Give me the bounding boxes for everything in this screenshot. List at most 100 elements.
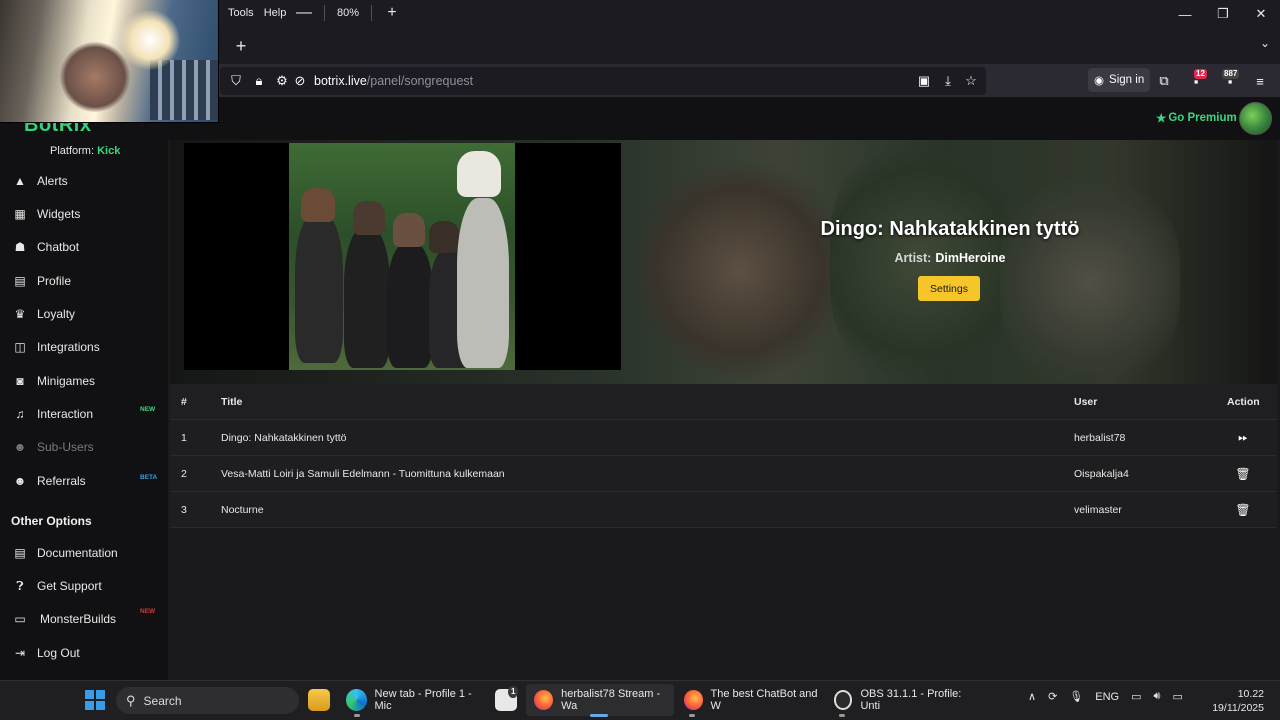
taskbar-task-firefox[interactable]: The best ChatBot and W: [680, 684, 822, 716]
url-path: /panel/songrequest: [366, 74, 474, 88]
sidebar-item-chatbot[interactable]: ☗ Chatbot: [0, 232, 168, 262]
cover-figure: [301, 188, 335, 222]
sidebar-item-integrations[interactable]: ◫ Integrations: [0, 332, 168, 362]
skip-icon[interactable]: ⏩︎: [1235, 430, 1251, 445]
obs-icon: [834, 690, 853, 710]
close-icon[interactable]: ✕: [1242, 0, 1280, 28]
battery-icon[interactable]: ▭: [1172, 690, 1182, 703]
zoom-in-button[interactable]: +: [384, 4, 400, 22]
platform-value: Kick: [97, 145, 121, 157]
cover-figure: [353, 201, 385, 235]
permissions-icon[interactable]: ⚙: [273, 72, 291, 90]
go-premium-label: Go Premium: [1168, 112, 1237, 124]
taskbar-search[interactable]: ⚲ Search: [116, 687, 299, 714]
sync-icon[interactable]: ⟳: [1048, 690, 1057, 703]
task-label: OBS 31.1.1 - Profile: Unti: [860, 688, 962, 712]
menu-help[interactable]: Help: [264, 7, 287, 19]
other-options-heading: Other Options: [11, 514, 92, 528]
hamburger-menu-icon[interactable]: ≡: [1251, 72, 1269, 90]
tab-list-chevron-icon[interactable]: ⌄: [1260, 36, 1270, 50]
sidebar-item-get-support[interactable]: ❓︎ Get Support: [0, 571, 168, 601]
sidebar-item-loyalty[interactable]: ♛ Loyalty: [0, 299, 168, 329]
sign-in-button[interactable]: ◉ Sign in: [1088, 68, 1151, 92]
search-label: Search: [143, 693, 182, 708]
col-header-user: User: [1074, 395, 1098, 408]
start-tile: [96, 701, 105, 710]
go-premium-link[interactable]: ★ Go Premium: [1156, 111, 1237, 125]
row-title: Nocturne: [221, 503, 264, 516]
music-icon: ♫: [15, 407, 25, 421]
extensions-icon[interactable]: ⧉: [1155, 72, 1173, 90]
trash-icon[interactable]: 🗑︎: [1235, 503, 1251, 517]
task-indicator: [354, 714, 360, 717]
table-row: 2 Vesa-Matti Loiri ja Samuli Edelmann - …: [170, 456, 1277, 492]
task-label: New tab - Profile 1 - Mic: [374, 688, 472, 712]
minimize-icon[interactable]: —: [1166, 0, 1204, 28]
sidebar-item-monsterbuilds[interactable]: ▭ MonsterBuilds NEW: [0, 604, 168, 634]
integrations-icon: ◫: [14, 340, 26, 354]
new-tab-button[interactable]: +: [232, 36, 250, 57]
tracking-blocked-icon[interactable]: ⊘: [291, 72, 309, 90]
row-num: 3: [181, 503, 187, 516]
zoom-level[interactable]: 80%: [337, 7, 359, 19]
ublock-badge: 887: [1222, 69, 1240, 79]
gamepad-icon: ◙: [16, 374, 24, 388]
lock-icon[interactable]: 🔒︎: [250, 72, 268, 90]
menu-tools[interactable]: Tools: [228, 7, 254, 19]
sidebar-item-widgets[interactable]: ▦ Widgets: [0, 199, 168, 229]
sidebar-item-profile[interactable]: ▤ Profile: [0, 266, 168, 296]
trash-icon[interactable]: 🗑︎: [1235, 467, 1251, 481]
cover-figure: [457, 151, 501, 197]
task-indicator: [839, 714, 845, 717]
taskbar-clock[interactable]: 10.22 19/11/2025: [1206, 687, 1264, 715]
referrals-icon: ☻: [13, 474, 27, 488]
download-icon[interactable]: ⤓: [939, 72, 957, 90]
tray-overflow-icon[interactable]: ∧: [1028, 690, 1036, 703]
windows-start-icon[interactable]: [85, 690, 105, 710]
now-playing-artist: Artist: DimHeroine: [770, 251, 1130, 265]
restore-icon[interactable]: ❐: [1204, 0, 1242, 28]
clock-time: 10.22: [1237, 688, 1264, 700]
sidebar-item-label: Get Support: [37, 579, 102, 593]
language-indicator[interactable]: ENG: [1095, 691, 1119, 703]
taskbar-task-firefox-active[interactable]: herbalist78 Stream - Wa: [526, 684, 674, 716]
sidebar-item-log-out[interactable]: ⇥ Log Out: [0, 638, 168, 668]
taskbar-task-edge[interactable]: New tab - Profile 1 - Mic: [342, 684, 484, 716]
sidebar-item-label: Alerts: [37, 174, 68, 188]
zoom-control: — 80% +: [296, 4, 400, 22]
file-explorer-icon[interactable]: [308, 689, 330, 711]
sidebar-item-sub-users[interactable]: ☻ Sub-Users: [0, 432, 168, 462]
bookmark-star-icon[interactable]: ☆: [962, 72, 980, 90]
network-icon[interactable]: ▭: [1131, 690, 1141, 703]
sidebar-item-documentation[interactable]: ▤ Documentation: [0, 538, 168, 568]
zoom-out-button[interactable]: —: [296, 4, 312, 22]
sidebar-item-label: Loyalty: [37, 307, 76, 321]
sidebar-item-minigames[interactable]: ◙ Minigames: [0, 366, 168, 396]
trophy-icon: ♛: [14, 307, 26, 321]
col-header-action: Action: [1227, 395, 1260, 408]
beta-badge: BETA: [140, 474, 158, 481]
taskbar-task-obs[interactable]: OBS 31.1.1 - Profile: Unti: [830, 684, 972, 716]
picture-in-picture-icon[interactable]: ▣: [915, 72, 933, 90]
menu-bar: Tools Help: [228, 2, 286, 24]
alert-icon: ▲: [14, 174, 26, 188]
avatar[interactable]: [1239, 102, 1272, 135]
volume-icon[interactable]: 🔊︎: [1154, 690, 1161, 703]
microphone-icon[interactable]: 🎙︎: [1069, 690, 1083, 703]
artist-name: DimHeroine: [935, 251, 1006, 265]
shield-icon[interactable]: ⛉: [227, 72, 245, 90]
star-icon: ★: [1156, 113, 1167, 125]
document-icon: ▤: [14, 546, 26, 560]
account-icon: ◉: [1094, 75, 1105, 87]
task-indicator: [689, 714, 695, 717]
col-header-num: #: [181, 395, 187, 408]
sidebar-item-referrals[interactable]: ☻ Referrals BETA: [0, 466, 168, 496]
firefox-icon: [534, 690, 554, 710]
url-text[interactable]: botrix.live/panel/songrequest: [314, 74, 473, 88]
sidebar-item-alerts[interactable]: ▲ Alerts: [0, 166, 168, 196]
zoom-separator: [324, 5, 325, 21]
settings-button[interactable]: Settings: [918, 276, 980, 301]
system-tray: ∧ ⟳ 🎙︎ ENG ▭ 🔊︎ ▭: [1028, 690, 1183, 703]
sidebar-item-interaction[interactable]: ♫ Interaction NEW: [0, 399, 168, 429]
sidebar-item-label: Widgets: [37, 207, 81, 221]
